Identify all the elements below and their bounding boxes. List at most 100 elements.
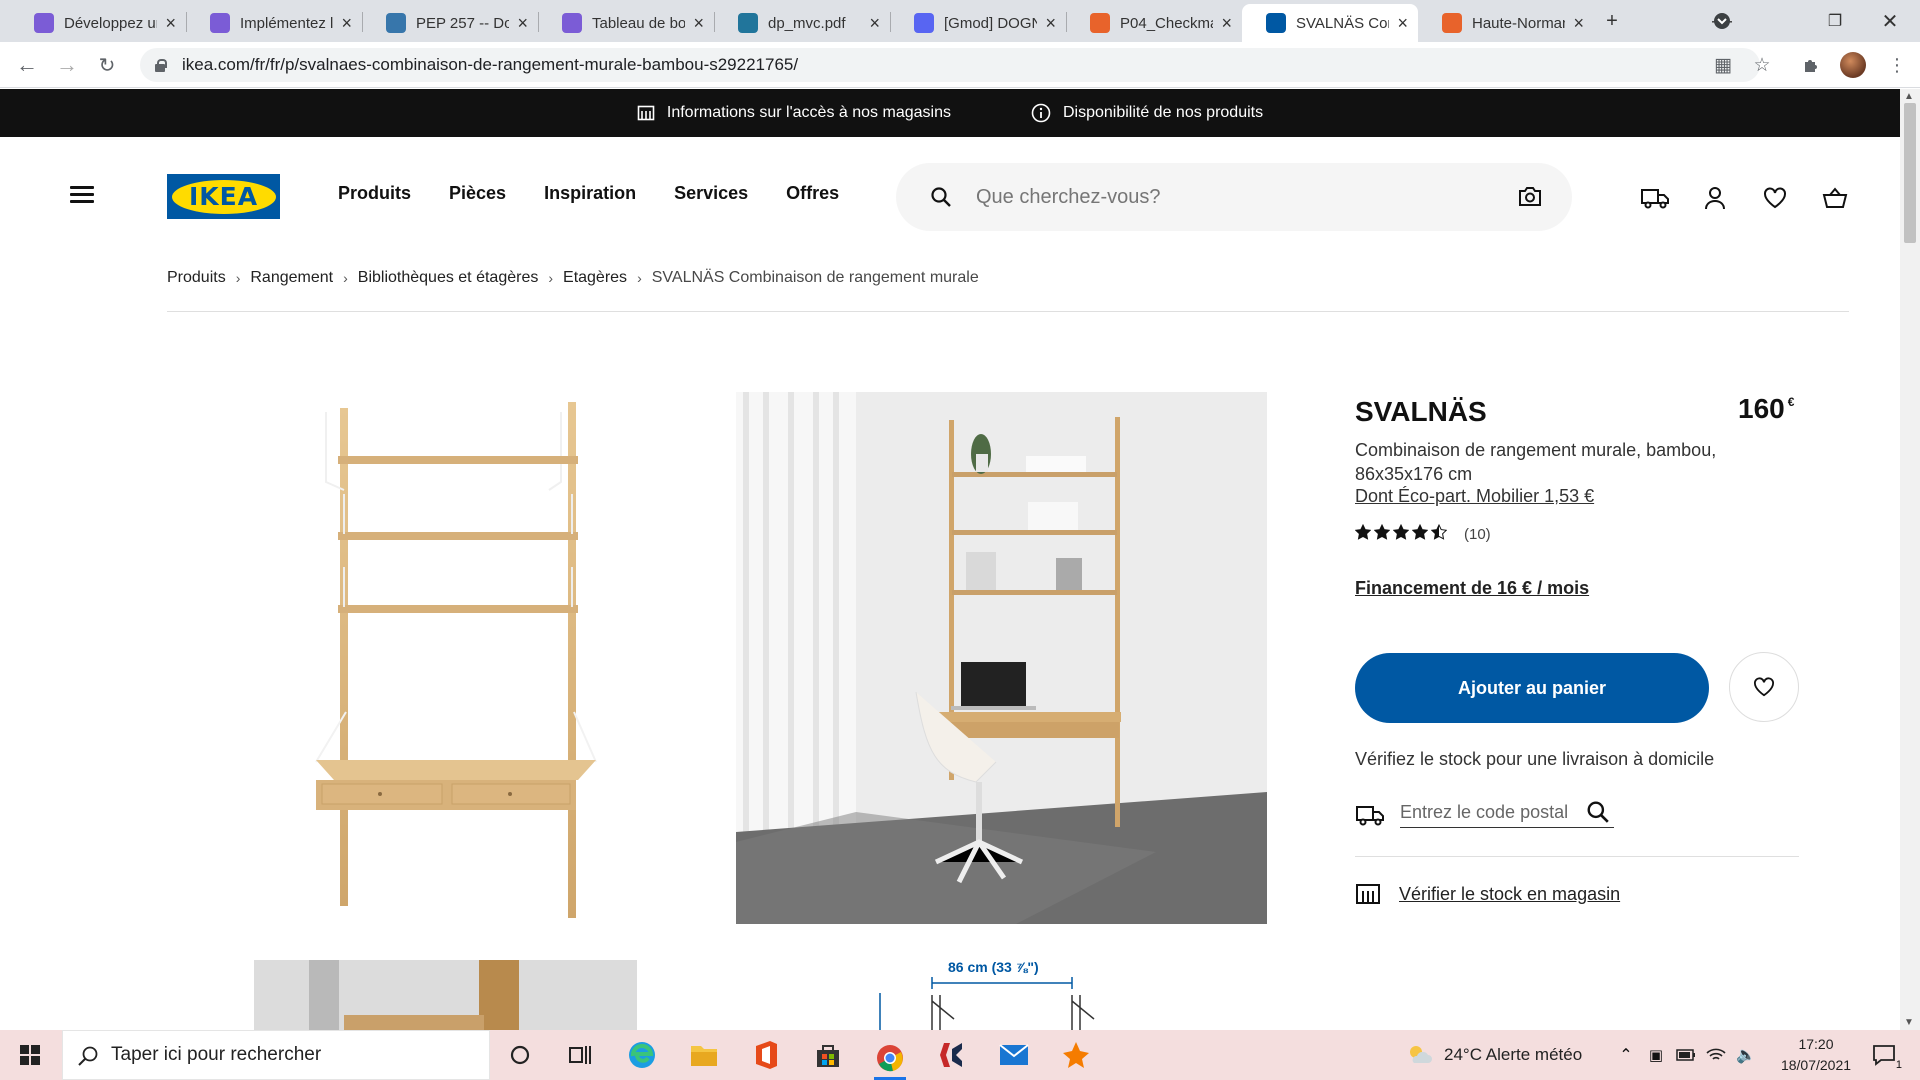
forward-icon[interactable]: → bbox=[52, 50, 82, 80]
reload-icon[interactable]: ↻ bbox=[92, 50, 122, 80]
breadcrumb-bookcases[interactable]: Bibliothèques et étagères bbox=[358, 269, 539, 287]
product-image-room[interactable] bbox=[736, 392, 1267, 924]
scrollbar-thumb[interactable] bbox=[1904, 103, 1916, 243]
profile-avatar[interactable] bbox=[1840, 52, 1866, 78]
browser-tab[interactable]: [Gmod] DOGN × bbox=[890, 4, 1066, 42]
availability-link[interactable]: Disponibilité de nos produits bbox=[1031, 103, 1263, 123]
shopping-bag-icon[interactable] bbox=[1820, 183, 1850, 213]
cortana-icon[interactable] bbox=[504, 1039, 536, 1071]
bookmark-star-icon[interactable]: ☆ bbox=[1749, 52, 1775, 78]
tab-close-icon[interactable]: × bbox=[1045, 13, 1056, 34]
browser-tab[interactable]: Haute-Norman × bbox=[1418, 4, 1594, 42]
tab-close-icon[interactable]: × bbox=[1397, 13, 1408, 34]
breadcrumb-storage[interactable]: Rangement bbox=[250, 269, 333, 287]
nav-products[interactable]: Produits bbox=[338, 183, 411, 204]
browser-tab[interactable]: P04_Checkmat × bbox=[1066, 4, 1242, 42]
url-bar[interactable]: ikea.com/fr/fr/p/svalnaes-combinaison-de… bbox=[140, 48, 1760, 82]
browser-tab[interactable]: Implémentez l × bbox=[186, 4, 362, 42]
tab-close-icon[interactable]: × bbox=[341, 13, 352, 34]
file-explorer-icon[interactable] bbox=[688, 1039, 720, 1071]
breadcrumb: Produits › Rangement › Bibliothèques et ét… bbox=[167, 269, 979, 287]
browser-tab[interactable]: dp_mvc.pdf × bbox=[714, 4, 890, 42]
ikea-logo[interactable]: IKEA bbox=[167, 174, 280, 219]
star-icon bbox=[1373, 523, 1391, 540]
nav-inspiration[interactable]: Inspiration bbox=[544, 183, 636, 204]
product-image-detail[interactable] bbox=[254, 960, 637, 1030]
browser-tab[interactable]: Tableau de bo × bbox=[538, 4, 714, 42]
search-icon[interactable] bbox=[1586, 800, 1610, 824]
battery-icon[interactable] bbox=[1670, 1039, 1702, 1071]
tab-close-icon[interactable]: × bbox=[165, 13, 176, 34]
store-bag-icon[interactable] bbox=[812, 1039, 844, 1071]
windows-start-icon[interactable] bbox=[14, 1039, 46, 1071]
app-orange-icon[interactable] bbox=[1060, 1039, 1092, 1071]
edge-icon[interactable] bbox=[626, 1039, 658, 1071]
tab-favicon-icon bbox=[386, 13, 406, 33]
device-icon[interactable]: ▣ bbox=[1640, 1039, 1672, 1071]
add-to-cart-button[interactable]: Ajouter au panier bbox=[1355, 653, 1709, 723]
delivery-truck-icon[interactable] bbox=[1640, 183, 1670, 213]
divider bbox=[1355, 856, 1799, 857]
product-image-main[interactable] bbox=[256, 392, 690, 924]
postal-code-field[interactable]: Entrez le code postal bbox=[1355, 798, 1755, 830]
tab-search-icon[interactable] bbox=[1706, 0, 1738, 42]
store-access-link[interactable]: Informations sur l'accès à nos magasins bbox=[637, 104, 951, 122]
hamburger-menu-icon[interactable] bbox=[70, 186, 94, 204]
financing-link[interactable]: Financement de 16 € / mois bbox=[1355, 578, 1589, 599]
tab-close-icon[interactable]: × bbox=[869, 13, 880, 34]
app-k-icon[interactable] bbox=[936, 1039, 968, 1071]
volume-muted-icon[interactable]: 🔈 bbox=[1730, 1039, 1762, 1071]
store-stock-link[interactable]: Vérifier le stock en magasin bbox=[1355, 882, 1620, 906]
tab-title: SVALNÄS Com bbox=[1296, 14, 1389, 32]
search-input[interactable]: Que cherchez-vous? bbox=[896, 163, 1572, 231]
system-clock[interactable]: 17:20 18/07/2021 bbox=[1776, 1034, 1856, 1076]
postal-code-input[interactable]: Entrez le code postal bbox=[1400, 798, 1614, 828]
close-window-icon[interactable]: ✕ bbox=[1860, 0, 1920, 42]
tab-title: Haute-Norman bbox=[1472, 14, 1566, 32]
tab-close-icon[interactable]: × bbox=[517, 13, 528, 34]
tab-close-icon[interactable]: × bbox=[1573, 13, 1584, 34]
dimension-drawing[interactable]: 86 cm (33 ⅞") bbox=[860, 955, 1120, 1030]
taskbar-search-input[interactable]: Taper ici pour rechercher bbox=[62, 1030, 490, 1080]
rating[interactable]: (10) bbox=[1354, 523, 1491, 545]
wifi-icon[interactable] bbox=[1700, 1039, 1732, 1071]
product-price: 160 € bbox=[1738, 393, 1795, 424]
mail-icon[interactable] bbox=[998, 1039, 1030, 1071]
browser-menu-icon[interactable]: ⋮ bbox=[1884, 52, 1910, 78]
back-icon[interactable]: ← bbox=[12, 50, 42, 80]
tab-close-icon[interactable]: × bbox=[693, 13, 704, 34]
notifications-icon[interactable]: 1 bbox=[1868, 1039, 1902, 1071]
maximize-icon[interactable]: ❐ bbox=[1805, 0, 1865, 42]
star-icon bbox=[1430, 523, 1448, 540]
camera-icon[interactable] bbox=[1518, 185, 1542, 207]
browser-tab[interactable]: PEP 257 -- Do × bbox=[362, 4, 538, 42]
wishlist-heart-icon[interactable] bbox=[1760, 183, 1790, 213]
account-icon[interactable] bbox=[1700, 183, 1730, 213]
breadcrumb-shelves[interactable]: Etagères bbox=[563, 269, 627, 287]
nav-rooms[interactable]: Pièces bbox=[449, 183, 506, 204]
browser-tab[interactable]: Développez un × bbox=[10, 4, 186, 42]
browser-tab[interactable]: SVALNÄS Com × bbox=[1242, 4, 1418, 42]
weather-widget[interactable]: 24°C Alerte météo bbox=[1406, 1030, 1582, 1080]
store-icon bbox=[637, 105, 655, 121]
site-header: IKEA Produits Pièces Inspiration Service… bbox=[0, 137, 1900, 253]
chevron-up-icon[interactable]: ⌃ bbox=[1610, 1039, 1642, 1071]
windows-taskbar: Taper ici pour rechercher 24°C Alerte mé… bbox=[0, 1030, 1920, 1080]
eco-part-link[interactable]: Dont Éco-part. Mobilier 1,53 € bbox=[1355, 486, 1594, 507]
qr-code-icon[interactable]: ▦ bbox=[1710, 52, 1736, 78]
extensions-puzzle-icon[interactable] bbox=[1798, 52, 1824, 78]
rating-stars bbox=[1354, 523, 1450, 545]
nav-services[interactable]: Services bbox=[674, 183, 748, 204]
office-icon[interactable] bbox=[750, 1039, 782, 1071]
page-scrollbar[interactable]: ▲ ▼ bbox=[1900, 89, 1920, 1030]
breadcrumb-products[interactable]: Produits bbox=[167, 269, 226, 287]
task-view-icon[interactable] bbox=[564, 1039, 596, 1071]
tab-close-icon[interactable]: × bbox=[1221, 13, 1232, 34]
nav-offers[interactable]: Offres bbox=[786, 183, 839, 204]
breadcrumb-current: SVALNÄS Combinaison de rangement murale bbox=[651, 269, 979, 286]
add-to-wishlist-button[interactable] bbox=[1729, 652, 1799, 722]
tab-title: Développez un bbox=[64, 14, 158, 32]
new-tab-icon[interactable]: + bbox=[1594, 0, 1630, 42]
tab-favicon-icon bbox=[738, 13, 758, 33]
chrome-icon[interactable] bbox=[874, 1039, 906, 1080]
